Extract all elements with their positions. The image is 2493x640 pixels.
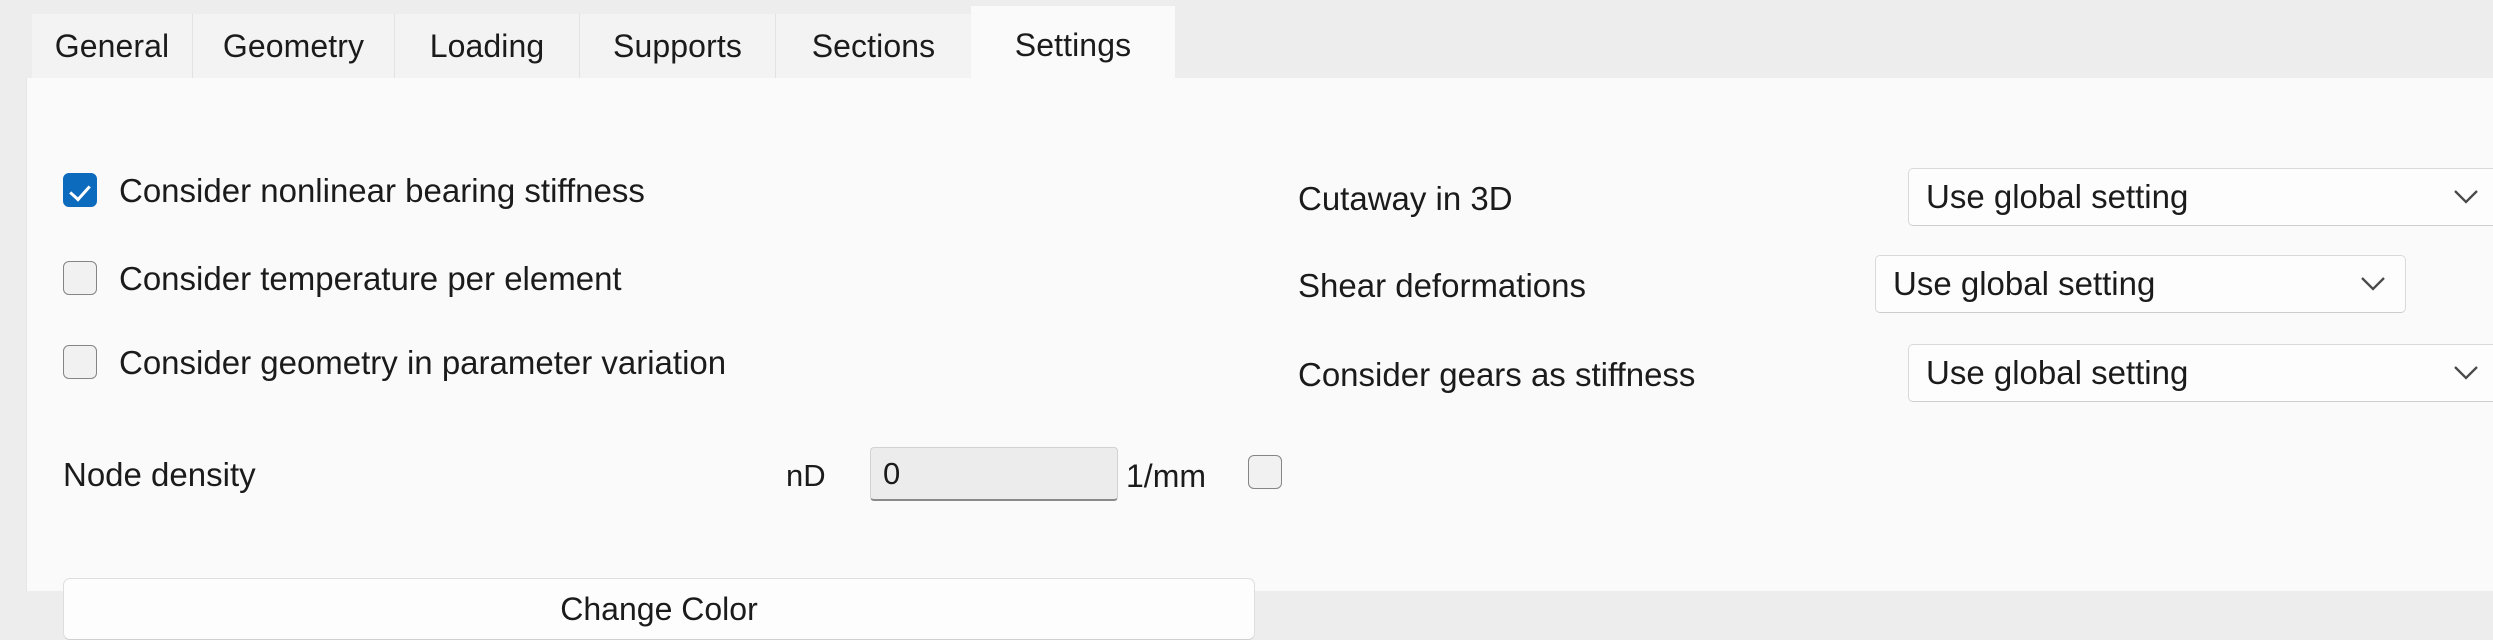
dropdown-shear-deformations[interactable]: Use global setting <box>1875 255 2406 313</box>
tab-general[interactable]: General <box>32 14 192 78</box>
checkbox-nonlinear-bearing-stiffness[interactable] <box>63 173 97 207</box>
dropdown-value-consider-gears-as-stiffness: Use global setting <box>1926 354 2189 391</box>
chevron-down-icon <box>2351 276 2395 292</box>
label-shear-deformations: Shear deformations <box>1298 267 1586 304</box>
settings-panel: Consider nonlinear bearing stiffness Con… <box>26 78 2493 640</box>
dropdown-value-shear-deformations: Use global setting <box>1893 265 2156 302</box>
dropdown-value-cutaway-in-3d: Use global setting <box>1926 178 2189 215</box>
row-consider-gears-as-stiffness: Consider gears as stiffness Use global s… <box>1298 344 2493 406</box>
tab-strip: General Geometry Loading Supports Sectio… <box>0 0 2493 84</box>
node-density-unit-checkbox[interactable] <box>1248 455 1282 489</box>
row-shear-deformations: Shear deformations Use global setting <box>1298 255 2493 317</box>
checkbox-geometry-in-parameter-variation[interactable] <box>63 345 97 379</box>
tab-loading[interactable]: Loading <box>394 14 579 78</box>
checkbox-label-nonlinear-bearing-stiffness: Consider nonlinear bearing stiffness <box>119 171 645 209</box>
checkbox-row-nonlinear-bearing-stiffness[interactable]: Consider nonlinear bearing stiffness <box>63 173 645 207</box>
checkbox-row-temperature-per-element[interactable]: Consider temperature per element <box>63 261 622 295</box>
dropdown-cutaway-in-3d[interactable]: Use global setting <box>1908 168 2493 226</box>
checkbox-temperature-per-element[interactable] <box>63 261 97 295</box>
row-cutaway-in-3d: Cutaway in 3D Use global setting <box>1298 168 2493 230</box>
tab-sections[interactable]: Sections <box>775 14 971 78</box>
dropdown-consider-gears-as-stiffness[interactable]: Use global setting <box>1908 344 2493 402</box>
node-density-symbol: nD <box>786 458 826 493</box>
checkbox-label-geometry-in-parameter-variation: Consider geometry in parameter variation <box>119 343 727 381</box>
chevron-down-icon <box>2444 365 2488 381</box>
label-consider-gears-as-stiffness: Consider gears as stiffness <box>1298 356 1696 393</box>
checkbox-label-temperature-per-element: Consider temperature per element <box>119 259 622 297</box>
tab-supports[interactable]: Supports <box>579 14 775 78</box>
node-density-unit-label: 1/mm <box>1126 458 1206 494</box>
node-density-row: Node density nD 1/mm <box>63 447 1293 504</box>
checkbox-row-geometry-in-parameter-variation[interactable]: Consider geometry in parameter variation <box>63 345 726 379</box>
node-density-input[interactable] <box>870 447 1118 501</box>
label-cutaway-in-3d: Cutaway in 3D <box>1298 180 1513 217</box>
chevron-down-icon <box>2444 189 2488 205</box>
change-color-button[interactable]: Change Color <box>63 578 1255 640</box>
tab-geometry[interactable]: Geometry <box>192 14 394 78</box>
tab-settings[interactable]: Settings <box>971 6 1175 84</box>
node-density-label: Node density <box>63 456 256 493</box>
